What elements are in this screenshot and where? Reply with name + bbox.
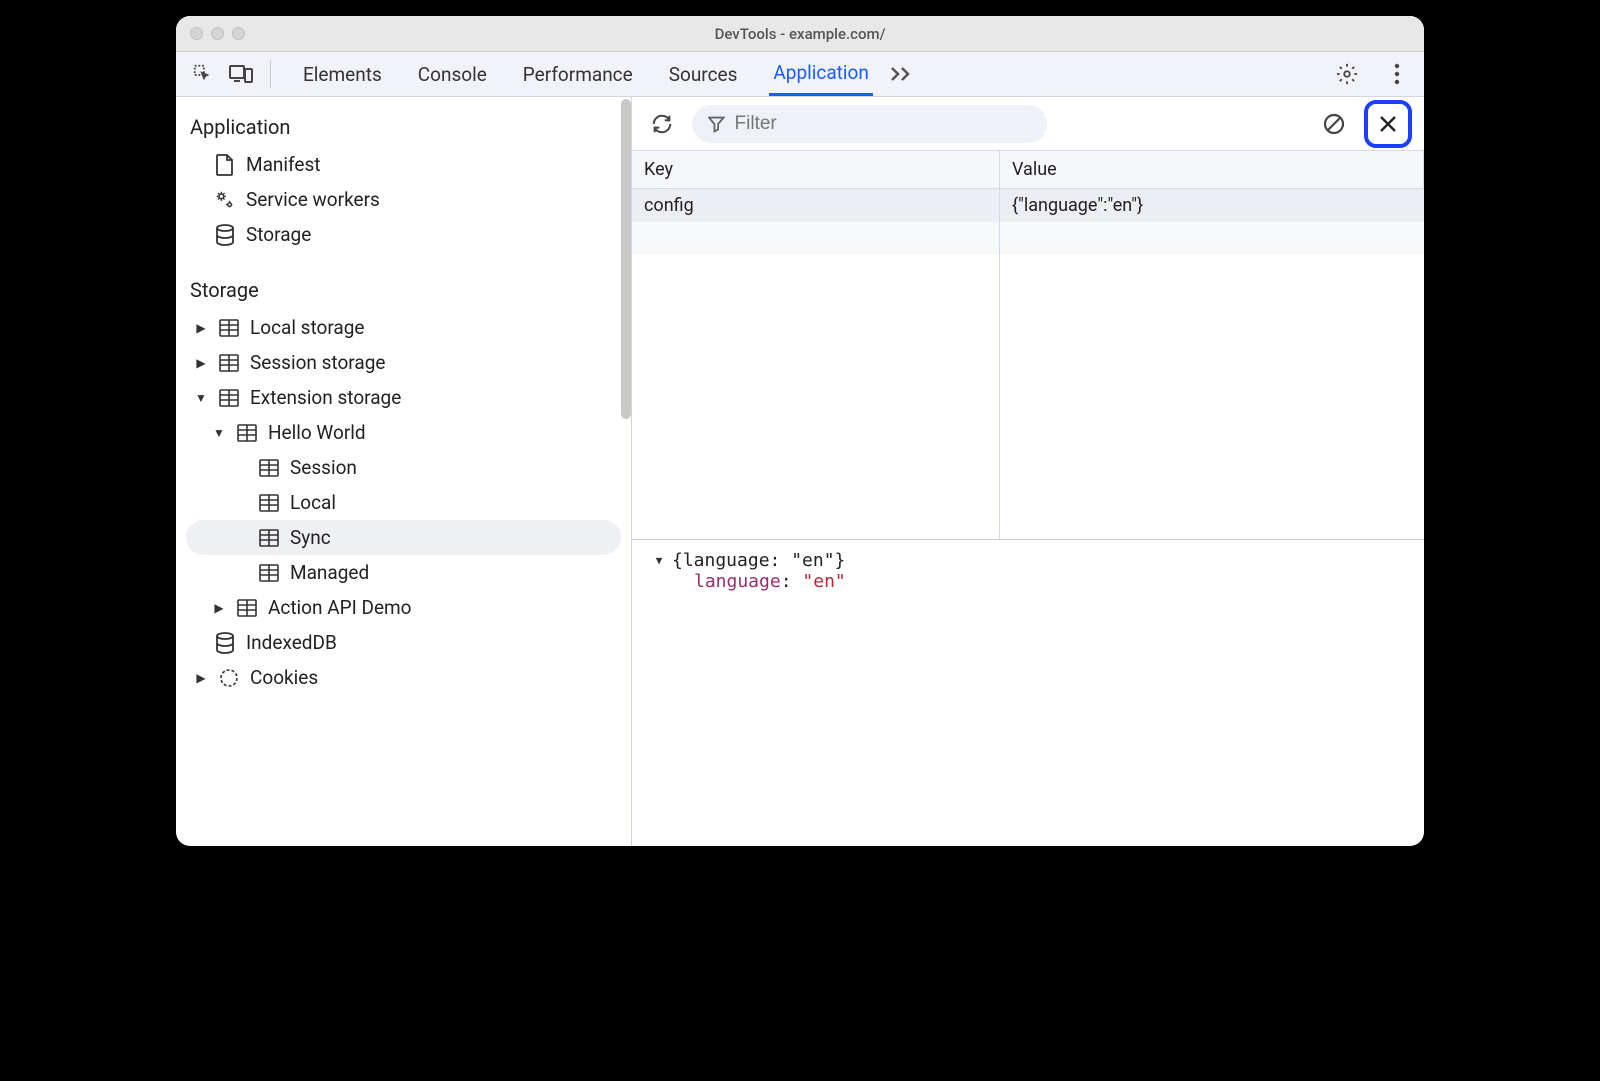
cookie-icon: [218, 667, 240, 689]
sidebar-item-storage[interactable]: Storage: [176, 217, 631, 252]
sidebar-item-extension-storage[interactable]: ▼ Extension storage: [176, 380, 631, 415]
sidebar-item-label: Storage: [246, 223, 311, 246]
sidebar-item-label: IndexedDB: [246, 631, 337, 654]
sidebar-item-extension-action-api-demo[interactable]: ▶ Action API Demo: [176, 590, 631, 625]
sidebar-item-label: Session: [290, 456, 357, 479]
table-body: config {"language":"en"}: [632, 189, 1424, 539]
filter-bar: [632, 97, 1424, 151]
chevron-right-icon[interactable]: ▶: [194, 356, 208, 370]
table-icon: [236, 422, 258, 444]
table-header: Key Value: [632, 151, 1424, 189]
tab-elements[interactable]: Elements: [299, 52, 386, 96]
devtools-window: DevTools - example.com/ Elements Console…: [176, 16, 1424, 846]
json-summary: {language: "en"}: [672, 550, 845, 571]
chevron-down-icon[interactable]: ▼: [652, 554, 666, 567]
kebab-menu-icon[interactable]: [1378, 55, 1416, 93]
refresh-icon[interactable]: [644, 106, 680, 142]
minimize-window-icon[interactable]: [211, 27, 224, 40]
table-icon: [218, 352, 240, 374]
panel-tabs: Elements Console Performance Sources App…: [299, 52, 873, 96]
toolbar: Elements Console Performance Sources App…: [176, 52, 1424, 97]
chevron-down-icon[interactable]: ▼: [194, 391, 208, 405]
sidebar-item-label: Action API Demo: [268, 596, 412, 619]
filter-input-wrap[interactable]: [692, 105, 1047, 143]
sidebar-item-local-storage[interactable]: ▶ Local storage: [176, 310, 631, 345]
sidebar-item-service-workers[interactable]: Service workers: [176, 182, 631, 217]
document-icon: [214, 154, 236, 176]
json-prop-name: language: [694, 571, 781, 592]
maximize-window-icon[interactable]: [232, 27, 245, 40]
sidebar-item-label: Service workers: [246, 188, 380, 211]
detail-pane: ▼ {language: "en"} language: "en": [632, 540, 1424, 846]
table-icon: [236, 597, 258, 619]
clear-all-icon[interactable]: [1316, 106, 1352, 142]
storage-table: Key Value config {"language":"en"}: [632, 151, 1424, 540]
sidebar: Application Manifest Service workers Sto…: [176, 97, 632, 846]
scrollbar[interactable]: [621, 99, 631, 419]
settings-icon[interactable]: [1328, 55, 1366, 93]
close-window-icon[interactable]: [190, 27, 203, 40]
window-title: DevTools - example.com/: [715, 25, 886, 43]
column-header-value[interactable]: Value: [1000, 151, 1424, 188]
inspect-element-icon[interactable]: [184, 55, 222, 93]
sidebar-item-indexeddb[interactable]: IndexedDB: [176, 625, 631, 660]
database-icon: [214, 632, 236, 654]
table-row[interactable]: config {"language":"en"}: [632, 189, 1424, 222]
traffic-lights: [176, 27, 245, 40]
sidebar-item-session-storage[interactable]: ▶ Session storage: [176, 345, 631, 380]
main-panel: Key Value config {"language":"en"}: [632, 97, 1424, 846]
chevron-down-icon[interactable]: ▼: [212, 426, 226, 440]
sidebar-item-label: Manifest: [246, 153, 321, 176]
section-application-header: Application: [176, 107, 631, 147]
column-header-key[interactable]: Key: [632, 151, 1000, 188]
sidebar-item-label: Extension storage: [250, 386, 401, 409]
cell-value: {"language":"en"}: [1000, 189, 1424, 222]
tab-performance[interactable]: Performance: [519, 52, 637, 96]
tab-sources[interactable]: Sources: [665, 52, 742, 96]
sidebar-item-cookies[interactable]: ▶ Cookies: [176, 660, 631, 695]
table-icon: [258, 492, 280, 514]
device-toolbar-icon[interactable]: [222, 55, 260, 93]
sidebar-item-area-managed[interactable]: Managed: [176, 555, 631, 590]
chevron-right-icon[interactable]: ▶: [194, 671, 208, 685]
gears-icon: [214, 189, 236, 211]
cell-key: config: [632, 189, 1000, 222]
delete-selected-icon[interactable]: [1370, 106, 1406, 142]
sidebar-item-area-session[interactable]: Session: [176, 450, 631, 485]
sidebar-item-area-local[interactable]: Local: [176, 485, 631, 520]
json-prop-value: "en": [802, 571, 845, 592]
table-icon: [258, 562, 280, 584]
chevron-right-icon[interactable]: ▶: [194, 321, 208, 335]
table-icon: [218, 387, 240, 409]
sidebar-item-label: Managed: [290, 561, 369, 584]
sidebar-item-label: Hello World: [268, 421, 366, 444]
table-icon: [218, 317, 240, 339]
sidebar-item-manifest[interactable]: Manifest: [176, 147, 631, 182]
filter-input[interactable]: [735, 113, 1031, 135]
database-icon: [214, 224, 236, 246]
more-tabs-icon[interactable]: [889, 65, 915, 83]
tab-application[interactable]: Application: [769, 52, 872, 96]
sidebar-item-label: Sync: [290, 526, 331, 549]
filter-icon: [708, 115, 725, 133]
sidebar-item-label: Local storage: [250, 316, 365, 339]
sidebar-item-label: Session storage: [250, 351, 385, 374]
sidebar-item-extension-hello-world[interactable]: ▼ Hello World: [176, 415, 631, 450]
tab-console[interactable]: Console: [414, 52, 491, 96]
chevron-right-icon[interactable]: ▶: [212, 601, 226, 615]
sidebar-item-label: Local: [290, 491, 336, 514]
titlebar: DevTools - example.com/: [176, 16, 1424, 52]
divider: [270, 60, 271, 88]
delete-selected-highlight: [1364, 100, 1412, 148]
table-row-empty[interactable]: [632, 222, 1424, 255]
sidebar-item-label: Cookies: [250, 666, 318, 689]
section-storage-header: Storage: [176, 270, 631, 310]
table-icon: [258, 457, 280, 479]
sidebar-item-area-sync[interactable]: Sync: [186, 520, 621, 555]
table-icon: [258, 527, 280, 549]
